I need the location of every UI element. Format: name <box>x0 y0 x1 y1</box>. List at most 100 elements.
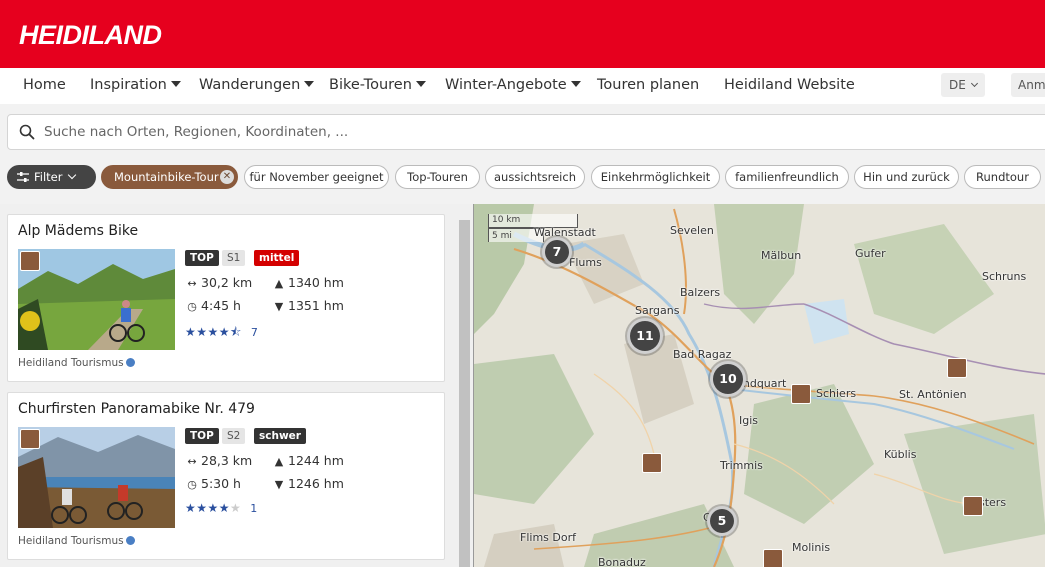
mountainbike-pin-icon[interactable] <box>947 358 967 378</box>
nav-item-touren-planen[interactable]: Touren planen <box>597 68 699 104</box>
descent-value: 1351 hm <box>288 298 344 313</box>
star-icon: ★★★★ <box>185 325 231 339</box>
place-label: Sevelen <box>670 224 714 237</box>
search-area <box>0 104 1045 160</box>
tour-card[interactable]: Churfirsten Panoramabike Nr. 479 TOP S2 … <box>7 392 445 560</box>
distance-icon: ↔ <box>187 455 197 468</box>
ascent-icon: ▲ <box>274 455 284 468</box>
language-select[interactable]: DE <box>941 73 985 97</box>
nav-item-winter-angebote[interactable]: Winter-Angebote <box>445 68 581 104</box>
remove-filter-icon[interactable]: ✕ <box>220 170 234 184</box>
chip-top-touren[interactable]: Top-Touren <box>395 165 480 189</box>
chip-label: Mountainbike-Tour <box>114 170 219 184</box>
nav-label: Home <box>23 77 66 93</box>
chip-mountainbike-tour[interactable]: Mountainbike-Tour ✕ <box>101 165 238 189</box>
ascent-stat: ▲ 1244 hm <box>272 453 344 468</box>
language-value: DE <box>949 78 966 92</box>
descent-stat: ▼ 1351 hm <box>272 298 344 313</box>
mountainbike-pin-icon[interactable] <box>963 496 983 516</box>
place-label: Bonaduz <box>598 556 646 567</box>
place-label: Igis <box>739 414 759 427</box>
chip-rundtour[interactable]: Rundtour <box>964 165 1041 189</box>
chevron-down-icon <box>415 81 426 87</box>
chip-aussichtsreich[interactable]: aussichtsreich <box>485 165 585 189</box>
duration-stat: ◷ 5:30 h <box>185 476 241 491</box>
search-icon[interactable] <box>19 124 35 140</box>
filter-label: Filter <box>34 170 63 184</box>
verified-icon <box>125 358 135 367</box>
distance-icon: ↔ <box>187 277 197 290</box>
filter-button[interactable]: Filter <box>7 165 96 189</box>
mountainbike-pin-icon[interactable] <box>763 549 783 567</box>
place-label: Trimmis <box>720 459 763 472</box>
search-box <box>7 114 1045 150</box>
scrollbar-thumb[interactable] <box>459 220 470 567</box>
ascent-icon: ▲ <box>274 277 284 290</box>
place-label: Mälbun <box>761 249 802 262</box>
descent-value: 1246 hm <box>288 476 344 491</box>
nav-item-inspiration[interactable]: Inspiration <box>90 68 181 104</box>
chip-einkehrmoeglichkeit[interactable]: Einkehrmöglichkeit <box>591 165 720 189</box>
place-label: Walenstadt <box>534 226 596 239</box>
descent-stat: ▼ 1246 hm <box>272 476 344 491</box>
map-cluster[interactable]: 10 <box>710 361 746 397</box>
chip-november[interactable]: für November geeignet <box>244 165 389 189</box>
tour-title[interactable]: Churfirsten Panoramabike Nr. 479 <box>18 401 255 417</box>
mountainbike-pin-icon[interactable] <box>791 384 811 404</box>
duration-stat: ◷ 4:45 h <box>185 298 241 313</box>
list-scrollbar[interactable] <box>457 204 473 567</box>
place-label: St. Antönien <box>899 388 967 401</box>
tag-top: TOP <box>185 250 219 266</box>
place-label: Sargans <box>635 304 680 317</box>
place-label: Balzers <box>680 286 721 299</box>
verified-icon <box>125 536 135 545</box>
tag-difficulty: schwer <box>254 428 306 444</box>
tour-photo <box>18 249 175 350</box>
main-nav: Home Inspiration Wanderungen Bike-Touren… <box>0 68 1045 104</box>
map-view[interactable]: 10 km 5 mi Walenstadt Sevelen Flums Mälb… <box>473 204 1045 567</box>
mountainbike-pin-icon[interactable] <box>642 453 662 473</box>
tag-difficulty: mittel <box>254 250 300 266</box>
nav-label: Touren planen <box>597 77 700 93</box>
nav-item-home[interactable]: Home <box>23 68 66 104</box>
tour-image[interactable] <box>18 249 175 350</box>
filter-bar: Filter Mountainbike-Tour ✕ für November … <box>0 160 1045 204</box>
tour-card[interactable]: Alp Mädems Bike TOP S1 mittel ↔ 30,2 km ▲… <box>7 214 445 382</box>
search-input[interactable] <box>44 121 944 143</box>
place-label: Gufer <box>855 247 886 260</box>
star-icon: ★★★★ <box>185 501 231 515</box>
descent-icon: ▼ <box>274 478 284 491</box>
nav-item-bike-touren[interactable]: Bike-Touren <box>329 68 426 104</box>
tag-top: TOP <box>185 428 219 444</box>
map-cluster[interactable]: 11 <box>627 318 663 354</box>
chevron-down-icon <box>970 79 978 88</box>
nav-item-heidiland-website[interactable]: Heidiland Website <box>724 68 855 104</box>
clock-icon: ◷ <box>187 478 197 491</box>
duration-value: 5:30 h <box>201 476 241 491</box>
tour-image[interactable] <box>18 427 175 528</box>
chevron-down-icon <box>570 81 581 87</box>
tour-title[interactable]: Alp Mädems Bike <box>18 223 138 239</box>
source-label: Heidiland Tourismus <box>18 357 124 369</box>
map-cluster[interactable]: 5 <box>707 506 737 536</box>
login-button[interactable]: Anm <box>1011 73 1045 97</box>
chip-hin-und-zurueck[interactable]: Hin und zurück <box>854 165 959 189</box>
tour-source: Heidiland Tourismus <box>18 357 135 369</box>
nav-label: Wanderungen <box>199 77 301 93</box>
nav-item-wanderungen[interactable]: Wanderungen <box>199 68 315 104</box>
distance-stat: ↔ 30,2 km <box>185 275 252 290</box>
ascent-value: 1340 hm <box>288 275 344 290</box>
ascent-stat: ▲ 1340 hm <box>272 275 344 290</box>
heidiland-logo[interactable]: HEIDILAND <box>19 20 162 51</box>
rating-count[interactable]: 1 <box>250 502 257 515</box>
chip-familienfreundlich[interactable]: familienfreundlich <box>725 165 849 189</box>
map-cluster[interactable]: 7 <box>542 237 572 267</box>
rating-stars[interactable]: ★★★★★ 1 <box>185 501 257 515</box>
empty-star-icon: ★ <box>230 501 242 515</box>
rating-stars[interactable]: ★★★★⯪ 7 <box>185 323 258 344</box>
nav-label: Inspiration <box>90 77 167 93</box>
rating-count[interactable]: 7 <box>251 326 258 339</box>
tag-technique: S2 <box>222 428 246 444</box>
place-label: Flums <box>569 256 602 269</box>
duration-value: 4:45 h <box>201 298 241 313</box>
